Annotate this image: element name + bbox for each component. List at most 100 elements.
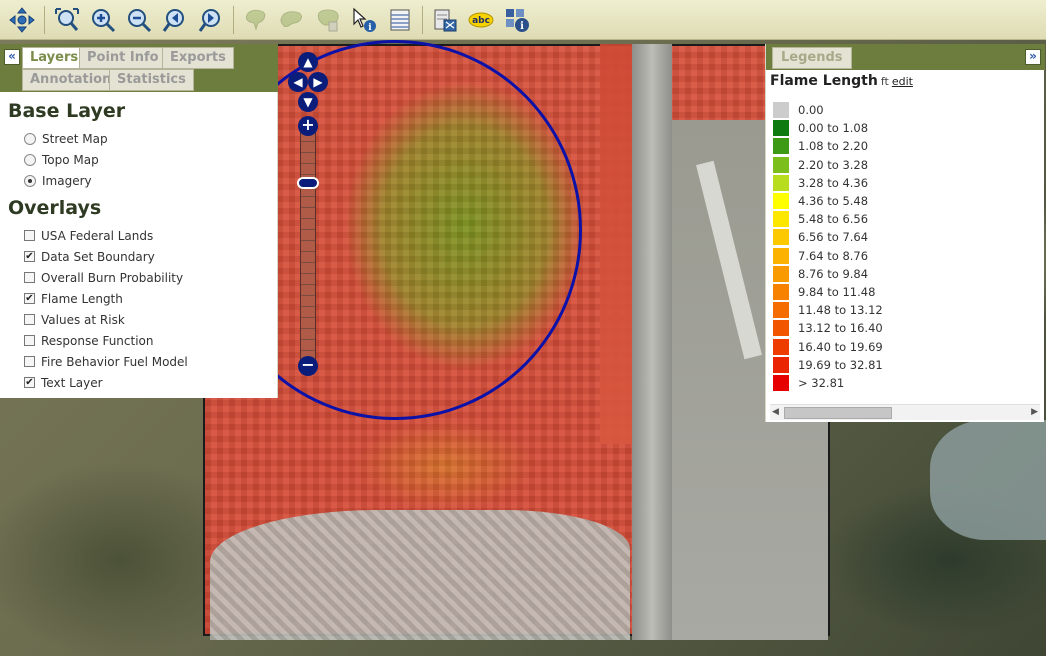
zoom-in-button[interactable]: + bbox=[298, 116, 318, 136]
zoom-out-icon[interactable] bbox=[124, 5, 154, 35]
overlay-overall-burn-probability[interactable]: Overall Burn Probability bbox=[8, 267, 278, 288]
zoom-full-extent-icon[interactable] bbox=[52, 5, 82, 35]
svg-text:i: i bbox=[520, 21, 524, 32]
tab-exports[interactable]: Exports bbox=[162, 47, 234, 69]
overlay-usa-federal-lands[interactable]: USA Federal Lands bbox=[8, 225, 278, 246]
pan-down-button[interactable]: ▼ bbox=[298, 92, 318, 112]
pan-left-button[interactable]: ◀ bbox=[288, 72, 308, 92]
pan-icon[interactable] bbox=[7, 5, 37, 35]
base-layer-topo-map[interactable]: Topo Map bbox=[8, 149, 278, 170]
urban-area bbox=[210, 510, 630, 640]
legend-edit-link[interactable]: edit bbox=[892, 75, 913, 88]
legend-item: 0.00 to 1.08 bbox=[773, 119, 883, 137]
legend-swatch bbox=[773, 356, 789, 373]
legend-title-row: Flame Length ft edit bbox=[770, 73, 913, 89]
legend-list: 0.00 0.00 to 1.08 1.08 to 2.20 2.20 to 3.28… bbox=[773, 101, 883, 392]
identify-icon[interactable]: i bbox=[349, 5, 379, 35]
option-label: Response Function bbox=[41, 333, 154, 348]
toolbar-separator bbox=[233, 5, 234, 34]
legend-item: 16.40 to 19.69 bbox=[773, 337, 883, 355]
checkbox[interactable] bbox=[24, 230, 35, 241]
overlay-fire-behavior-fuel-model[interactable]: Fire Behavior Fuel Model bbox=[8, 351, 278, 372]
radio-button[interactable] bbox=[24, 132, 36, 145]
zoom-in-icon[interactable] bbox=[88, 5, 118, 35]
legend-label: 9.84 to 11.48 bbox=[798, 284, 876, 299]
legend-title: Flame Length bbox=[770, 73, 878, 89]
legend-item: 1.08 to 2.20 bbox=[773, 137, 883, 155]
pan-right-button[interactable]: ▶ bbox=[308, 72, 328, 92]
zoom-previous-icon[interactable] bbox=[160, 5, 190, 35]
checkbox[interactable] bbox=[24, 356, 35, 367]
draw-freehand-icon[interactable] bbox=[277, 5, 307, 35]
option-label: Flame Length bbox=[41, 291, 123, 306]
tab-annotation[interactable]: Annotation bbox=[22, 69, 120, 91]
overlay-flame-length[interactable]: ✔ Flame Length bbox=[8, 288, 278, 309]
table-icon[interactable] bbox=[385, 5, 415, 35]
tab-statistics[interactable]: Statistics bbox=[109, 69, 194, 91]
draw-area-icon[interactable] bbox=[313, 5, 343, 35]
legend-item: 5.48 to 6.56 bbox=[773, 210, 883, 228]
legend-swatch bbox=[773, 320, 789, 337]
checkbox-checked[interactable]: ✔ bbox=[24, 251, 35, 262]
legend-swatch bbox=[773, 338, 789, 355]
checkbox-checked[interactable]: ✔ bbox=[24, 377, 35, 388]
export-map-icon[interactable] bbox=[430, 5, 460, 35]
radio-button[interactable] bbox=[24, 153, 36, 166]
legend-item: 6.56 to 7.64 bbox=[773, 228, 883, 246]
toolbar-separator bbox=[422, 5, 423, 34]
overlay-text-layer[interactable]: ✔ Text Layer bbox=[8, 372, 278, 393]
zoom-out-button[interactable]: − bbox=[298, 356, 318, 376]
tab-layers[interactable]: Layers bbox=[22, 47, 87, 69]
info-grid-icon[interactable]: i bbox=[502, 5, 532, 35]
legend-unit: ft bbox=[880, 75, 889, 88]
overlay-data-set-boundary[interactable]: ✔ Data Set Boundary bbox=[8, 246, 278, 267]
zoom-slider-track[interactable] bbox=[300, 130, 316, 360]
option-label: Text Layer bbox=[41, 375, 103, 390]
legend-item: > 32.81 bbox=[773, 374, 883, 392]
zoom-next-icon[interactable] bbox=[196, 5, 226, 35]
abc-label-icon[interactable]: abc bbox=[466, 5, 496, 35]
legend-label: 0.00 to 1.08 bbox=[798, 121, 869, 136]
checkbox[interactable] bbox=[24, 314, 35, 325]
collapse-panel-button[interactable]: « bbox=[4, 49, 20, 65]
base-layer-imagery[interactable]: Imagery bbox=[8, 170, 278, 191]
legend-label: 13.12 to 16.40 bbox=[798, 321, 883, 336]
tab-point-info[interactable]: Point Info bbox=[79, 47, 167, 69]
tab-legends[interactable]: Legends bbox=[772, 47, 852, 69]
overlays-title: Overlays bbox=[8, 197, 102, 219]
toolbar: i abc i bbox=[0, 0, 1046, 40]
legend-swatch bbox=[773, 211, 789, 228]
option-label: Values at Risk bbox=[41, 312, 125, 327]
checkbox[interactable] bbox=[24, 272, 35, 283]
option-label: Imagery bbox=[42, 173, 92, 188]
scroll-left-arrow-icon[interactable]: ◀ bbox=[772, 407, 779, 417]
water-body bbox=[930, 420, 1046, 540]
zoom-slider-thumb[interactable] bbox=[297, 177, 319, 189]
option-label: Topo Map bbox=[42, 152, 99, 167]
base-layer-street-map[interactable]: Street Map bbox=[8, 128, 278, 149]
overlay-values-at-risk[interactable]: Values at Risk bbox=[8, 309, 278, 330]
checkbox-checked[interactable]: ✔ bbox=[24, 293, 35, 304]
legend-label: 5.48 to 6.56 bbox=[798, 212, 869, 227]
expand-panel-button[interactable]: » bbox=[1025, 49, 1041, 65]
option-label: Fire Behavior Fuel Model bbox=[41, 354, 188, 369]
legend-panel: Legends » Flame Length ft edit 0.00 0.00 to… bbox=[765, 44, 1045, 422]
scroll-right-arrow-icon[interactable]: ▶ bbox=[1031, 407, 1038, 417]
legend-label: 11.48 to 13.12 bbox=[798, 303, 883, 318]
legend-item: 7.64 to 8.76 bbox=[773, 247, 883, 265]
scrollbar-thumb[interactable] bbox=[784, 407, 892, 419]
legend-label: 0.00 bbox=[798, 103, 824, 118]
checkbox[interactable] bbox=[24, 335, 35, 346]
legend-swatch bbox=[773, 265, 789, 282]
overlay-response-function[interactable]: Response Function bbox=[8, 330, 278, 351]
legend-scrollbar[interactable]: ◀ ▶ bbox=[770, 404, 1040, 420]
pan-up-button[interactable]: ▲ bbox=[298, 52, 318, 72]
legend-label: 6.56 to 7.64 bbox=[798, 230, 869, 245]
option-label: Street Map bbox=[42, 131, 108, 146]
draw-polygon-icon[interactable] bbox=[241, 5, 271, 35]
legend-item: 4.36 to 5.48 bbox=[773, 192, 883, 210]
legend-swatch bbox=[773, 283, 789, 300]
legend-swatch bbox=[773, 138, 789, 155]
radio-button-selected[interactable] bbox=[24, 174, 36, 187]
legend-swatch bbox=[773, 102, 789, 119]
